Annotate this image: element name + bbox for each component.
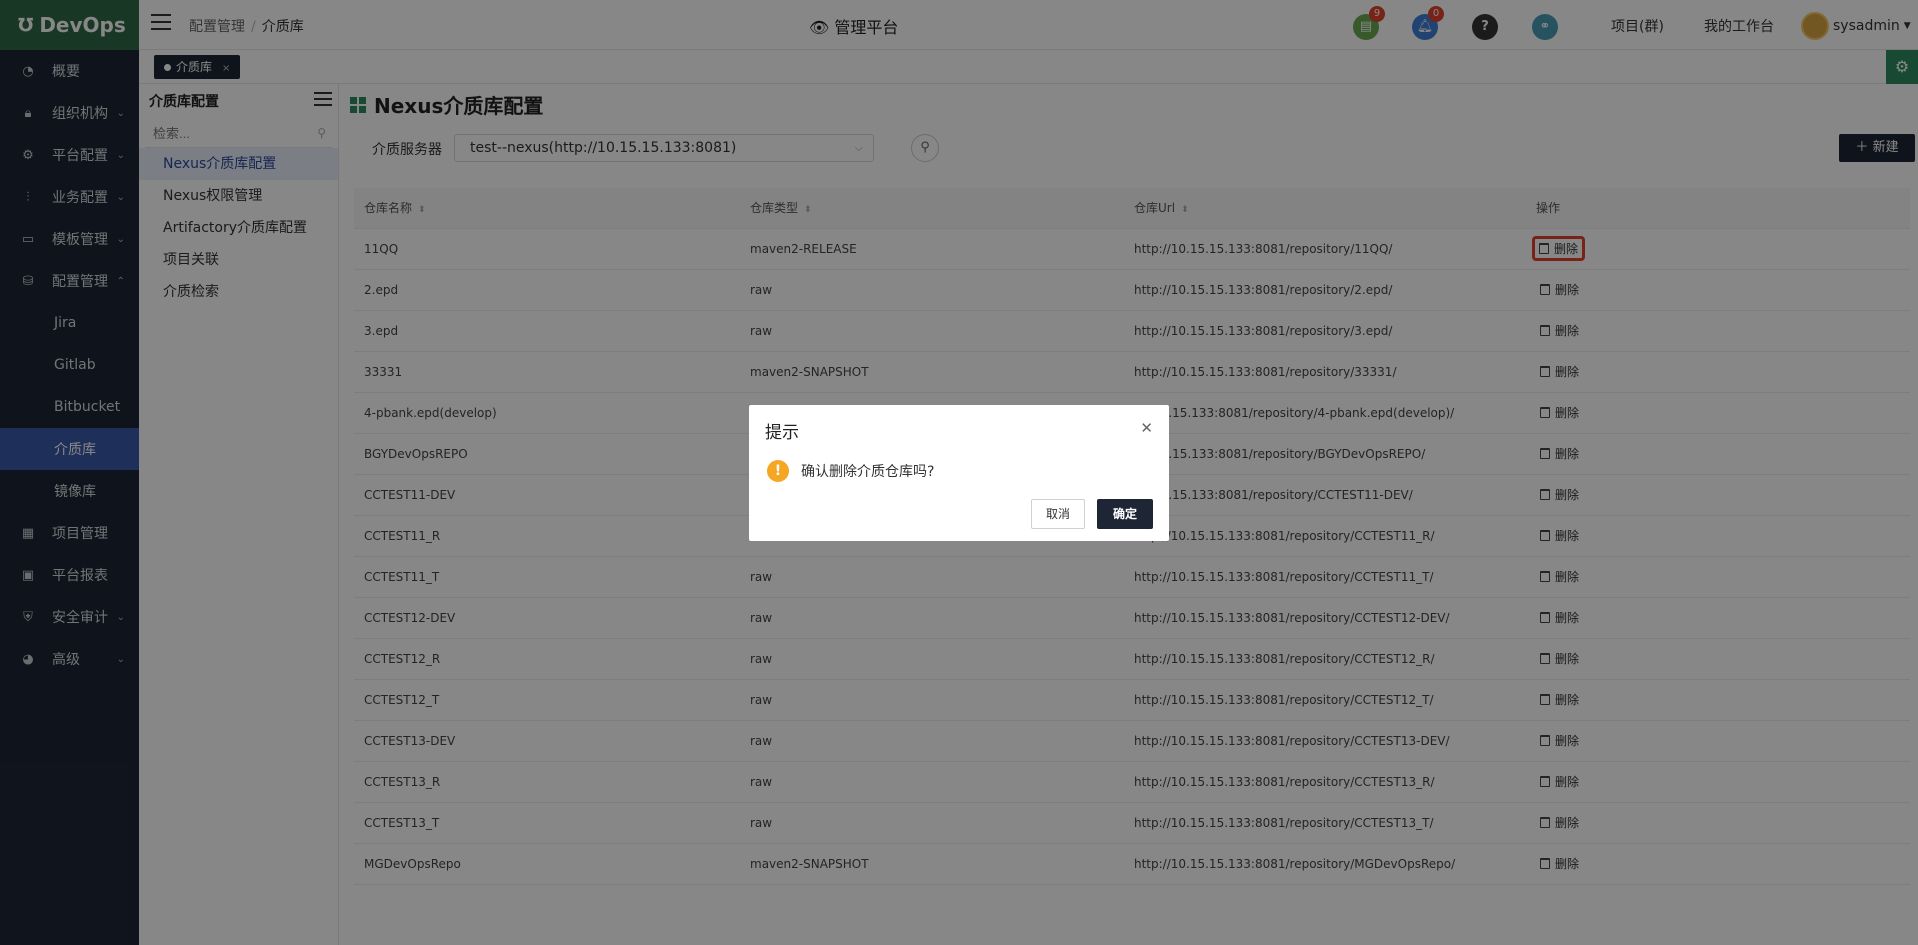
confirm-dialog: 提示 ✕ ! 确认删除介质仓库吗? 取消 确定 [749,405,1169,541]
close-icon[interactable]: ✕ [1140,419,1153,437]
cancel-button[interactable]: 取消 [1031,499,1085,529]
dialog-body: ! 确认删除介质仓库吗? [767,460,934,482]
warning-icon: ! [767,460,789,482]
confirm-button[interactable]: 确定 [1097,499,1153,529]
dialog-title: 提示 [765,423,799,443]
dialog-message: 确认删除介质仓库吗? [801,464,935,480]
